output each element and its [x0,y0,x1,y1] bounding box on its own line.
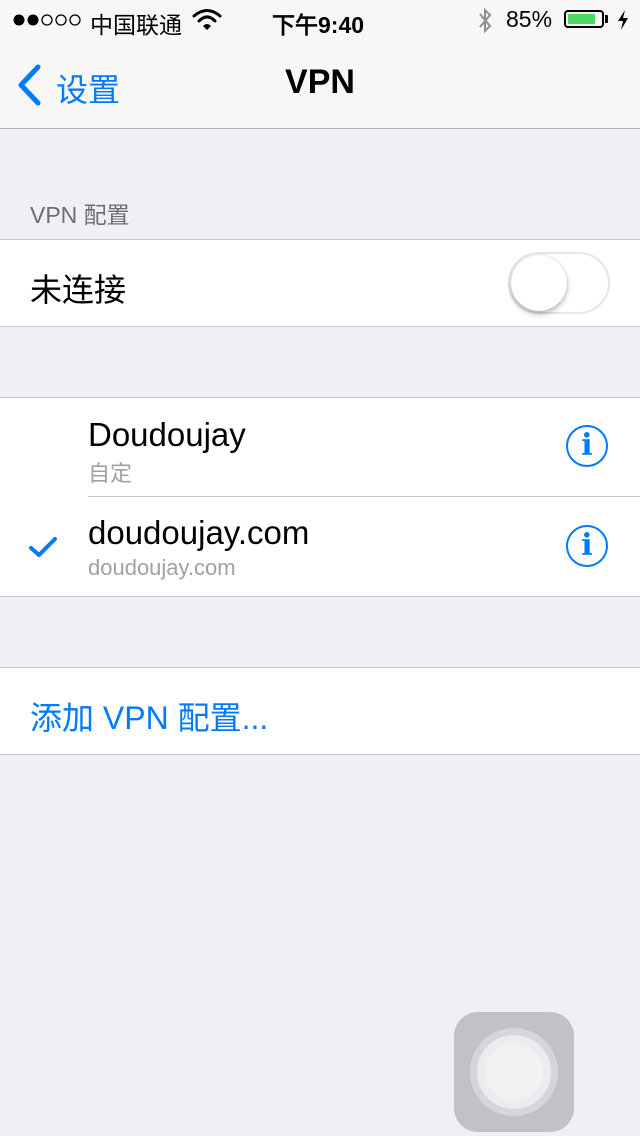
chevron-left-icon [18,64,41,106]
config-name: Doudoujay [88,416,246,453]
section-header-vpn-config: VPN 配置 [30,202,130,228]
vpn-status-group: 未连接 [0,239,640,327]
back-button[interactable]: 设置 [10,52,150,116]
config-subtitle: 自定 [88,461,133,486]
vpn-config-row[interactable]: doudoujay.com doudoujay.com i [0,497,640,596]
page-title: VPN [285,63,355,101]
add-vpn-group: 添加 VPN 配置... [0,667,640,755]
assistive-touch-center [485,1043,543,1101]
add-vpn-config-button[interactable]: 添加 VPN 配置... [30,693,268,739]
vpn-config-row[interactable]: Doudoujay 自定 i [0,398,640,497]
config-name: doudoujay.com [88,514,310,551]
wifi-icon [192,9,222,30]
status-time: 下午9:40 [272,12,365,38]
toggle-knob [511,255,567,311]
battery-percentage: 85% [506,6,553,32]
assistive-touch-button[interactable] [454,1012,574,1132]
charging-icon [618,10,628,30]
info-icon[interactable]: i [566,525,608,567]
battery-tip [605,15,608,23]
connection-status-label: 未连接 [30,272,127,308]
vpn-config-list: Doudoujay 自定 i doudoujay.com doudoujay.c… [0,397,640,597]
battery-icon [564,10,604,28]
carrier-name: 中国联通 [90,12,182,38]
navigation-bar: 设置 VPN [0,40,640,129]
status-bar: 中国联通 下午9:40 85% [0,0,640,40]
signal-strength-icon [13,14,81,26]
back-button-label: 设置 [56,72,121,108]
checkmark-icon [29,537,57,557]
info-icon[interactable]: i [566,425,608,467]
battery-level-fill [568,14,595,24]
bluetooth-icon [479,7,492,34]
config-subtitle: doudoujay.com [88,555,236,580]
vpn-toggle-switch[interactable] [508,252,610,314]
